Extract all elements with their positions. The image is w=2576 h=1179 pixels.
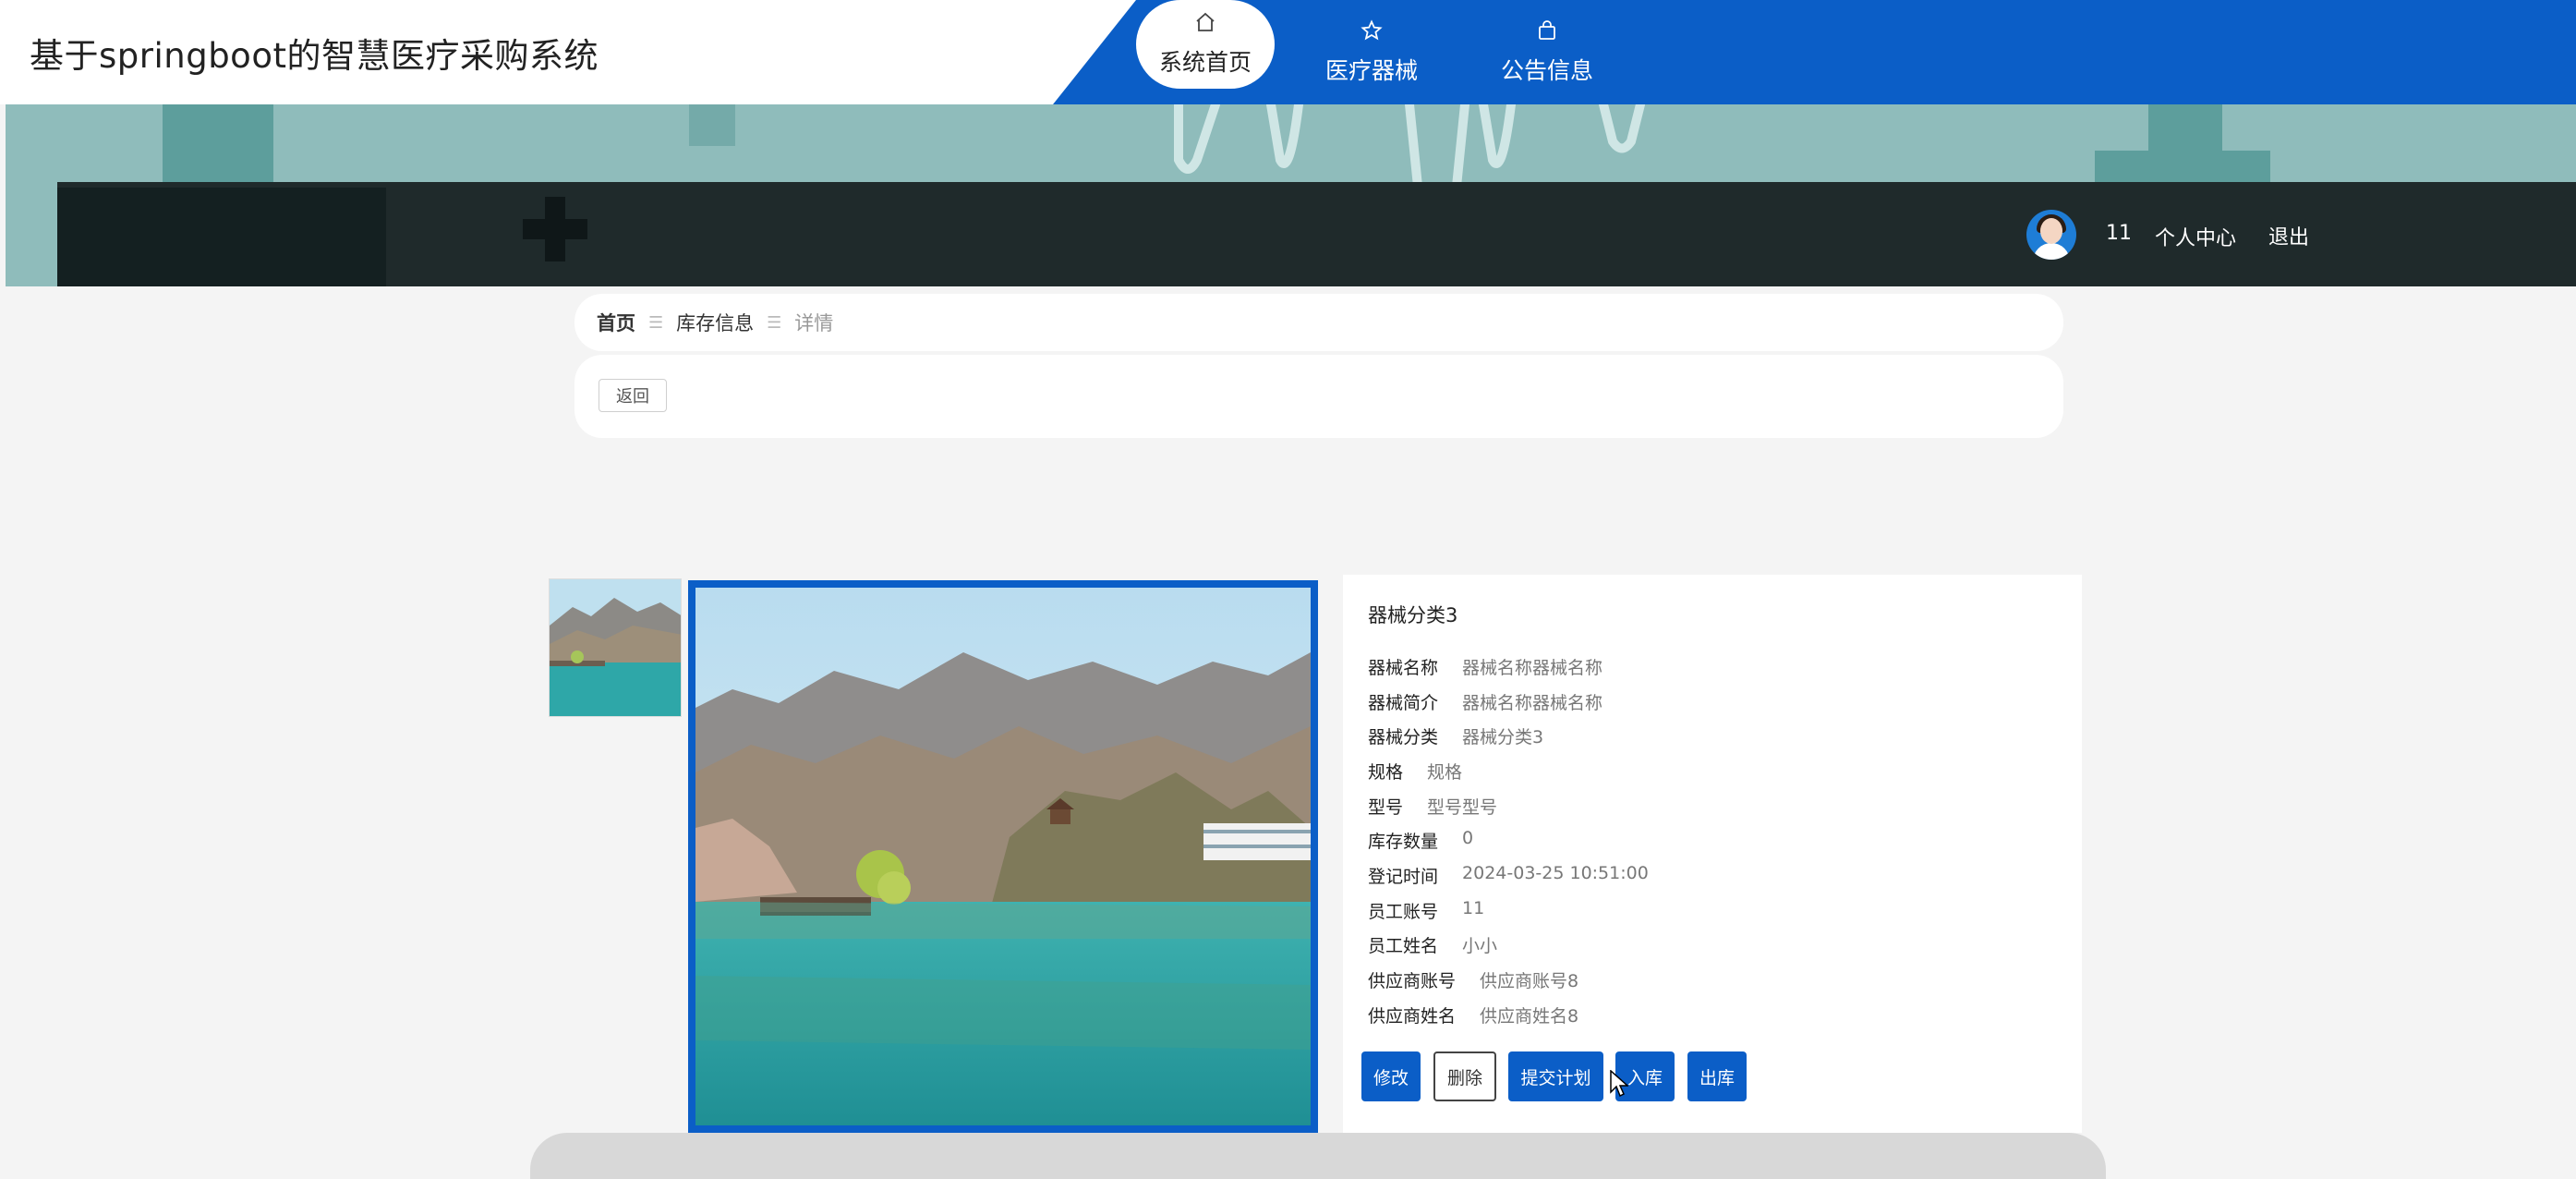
field-label: 库存数量 <box>1368 832 1439 852</box>
field-row: 登记时间 2024-03-25 10:51:00 <box>1368 863 1649 888</box>
field-row: 供应商账号 供应商账号8 <box>1368 967 1578 992</box>
field-row: 器械简介 器械名称器械名称 <box>1368 689 1602 714</box>
field-label: 器械分类 <box>1368 727 1439 748</box>
field-label: 器械简介 <box>1368 693 1439 713</box>
avatar[interactable] <box>2026 210 2076 260</box>
breadcrumb-home[interactable]: 首页 <box>597 309 635 336</box>
logout-link[interactable]: 退出 <box>2268 221 2309 250</box>
field-label: 型号 <box>1368 797 1404 818</box>
breadcrumb-separator-icon: ☰ <box>648 312 664 333</box>
plus-decoration-icon <box>523 197 587 261</box>
breadcrumb-inventory[interactable]: 库存信息 <box>676 309 754 336</box>
star-icon <box>1361 18 1383 45</box>
site-title: 基于springboot的智慧医疗采购系统 <box>30 36 599 76</box>
field-row: 型号 型号型号 <box>1368 794 1497 819</box>
nav-item-equipment[interactable]: 医疗器械 <box>1302 0 1441 104</box>
nav-label-notice: 公告信息 <box>1500 56 1593 84</box>
field-row: 员工姓名 小小 <box>1368 932 1497 957</box>
banner <box>6 104 2576 286</box>
home-icon <box>1194 11 1216 37</box>
thumbnail-image[interactable] <box>549 578 682 717</box>
user-center-link[interactable]: 个人中心 <box>2155 222 2236 251</box>
breadcrumb-detail: 详情 <box>794 312 834 334</box>
breadcrumb-separator-icon: ☰ <box>767 312 782 333</box>
field-row: 员工账号 11 <box>1368 898 1484 923</box>
field-row: 规格 规格 <box>1368 759 1462 784</box>
user-name: 11 <box>2106 222 2132 245</box>
field-label: 供应商姓名 <box>1368 1006 1457 1027</box>
field-label: 员工账号 <box>1368 902 1439 922</box>
field-row: 供应商姓名 供应商姓名8 <box>1368 1003 1578 1027</box>
field-label: 登记时间 <box>1368 867 1439 887</box>
mouse-cursor-icon <box>1610 1070 1628 1098</box>
avatar-face <box>2040 218 2062 244</box>
banner-decoration <box>163 104 273 188</box>
field-value: 11 <box>1462 898 1485 918</box>
field-label: 规格 <box>1368 762 1404 783</box>
delete-button[interactable]: 删除 <box>1433 1051 1496 1101</box>
field-value: 0 <box>1462 828 1474 848</box>
detail-panel: 器械分类3 器械名称 器械名称器械名称 器械简介 器械名称器械名称 器械分类 器… <box>1343 575 2082 1133</box>
field-value: 型号型号 <box>1427 797 1498 818</box>
field-row: 器械名称 器械名称器械名称 <box>1368 654 1602 679</box>
nav-background <box>1053 0 2576 104</box>
back-button[interactable]: 返回 <box>599 379 667 412</box>
nav-item-home[interactable]: 系统首页 <box>1136 0 1275 89</box>
avatar-body <box>2033 243 2070 260</box>
bag-icon <box>1536 19 1558 45</box>
detail-heading: 器械分类3 <box>1368 604 1458 626</box>
nav-label-equipment: 医疗器械 <box>1324 56 1418 84</box>
field-row: 器械分类 器械分类3 <box>1368 723 1543 748</box>
banner-decoration <box>689 104 735 146</box>
field-label: 员工姓名 <box>1368 936 1439 956</box>
field-value: 供应商姓名8 <box>1480 1006 1579 1027</box>
footer-shade <box>530 1133 2106 1179</box>
field-value: 供应商账号8 <box>1480 971 1579 991</box>
field-value: 器械名称器械名称 <box>1462 693 1603 713</box>
edit-button[interactable]: 修改 <box>1361 1051 1421 1101</box>
nav-label-home: 系统首页 <box>1158 49 1252 76</box>
breadcrumb: 首页 ☰ 库存信息 ☰ 详情 <box>574 294 2063 351</box>
field-value: 器械分类3 <box>1462 727 1544 748</box>
nav-item-notice[interactable]: 公告信息 <box>1478 0 1616 104</box>
main-image <box>688 580 1318 1133</box>
field-label: 供应商账号 <box>1368 971 1457 991</box>
field-value: 器械名称器械名称 <box>1462 658 1603 678</box>
stock-out-button[interactable]: 出库 <box>1687 1051 1747 1101</box>
field-value: 2024-03-25 10:51:00 <box>1462 863 1649 883</box>
submit-plan-button[interactable]: 提交计划 <box>1508 1051 1603 1101</box>
top-header: 基于springboot的智慧医疗采购系统 系统首页 医疗器械 公告信息 <box>0 0 2576 104</box>
field-label: 器械名称 <box>1368 658 1439 678</box>
field-value: 小小 <box>1462 936 1498 956</box>
action-bar: 返回 <box>574 355 2063 438</box>
field-row: 库存数量 0 <box>1368 828 1473 853</box>
field-value: 规格 <box>1427 762 1463 783</box>
banner-dark-block <box>57 188 386 286</box>
